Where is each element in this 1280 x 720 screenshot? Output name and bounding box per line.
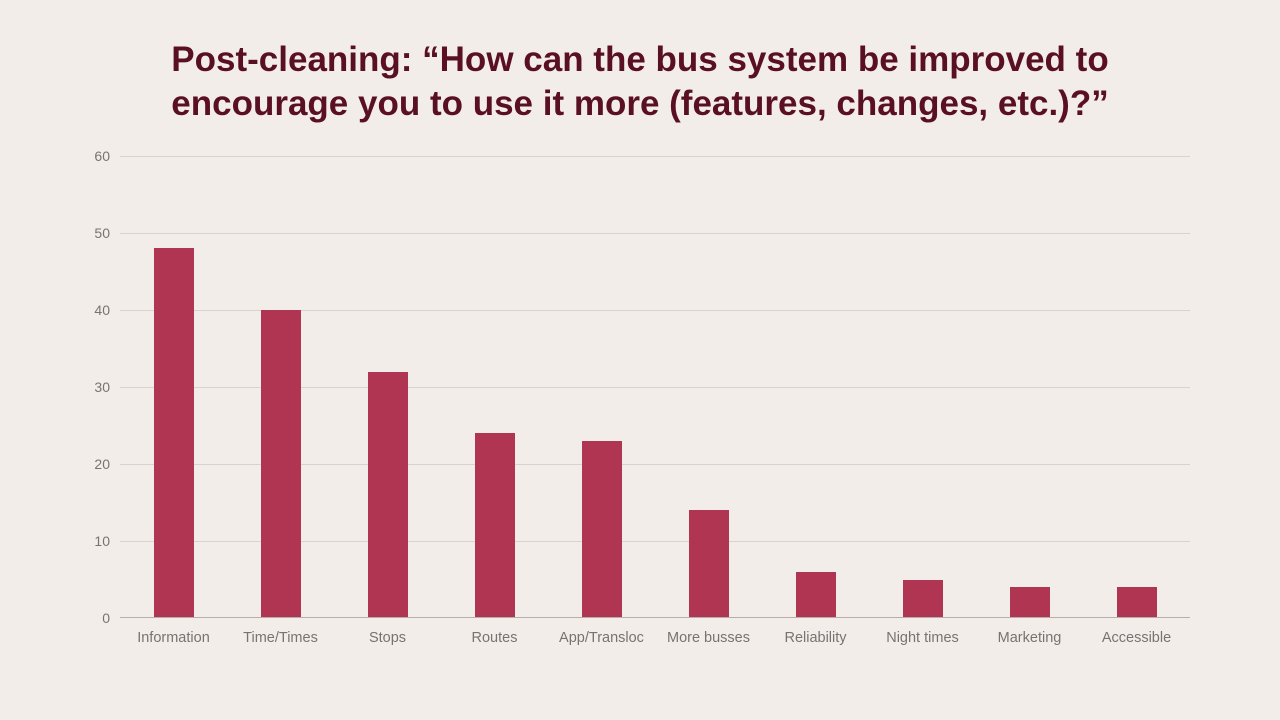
bar-slot [227, 156, 334, 618]
bar [154, 248, 194, 618]
bar-slot [548, 156, 655, 618]
chart-title: Post-cleaning: “How can the bus system b… [80, 38, 1200, 126]
y-tick-label: 60 [80, 148, 110, 164]
bar [1117, 587, 1157, 618]
bar [582, 441, 622, 618]
bar-slot [1083, 156, 1190, 618]
x-tick-label: Information [120, 622, 227, 668]
x-tick-label: Routes [441, 622, 548, 668]
bar-chart: 0 10 20 30 40 50 60 InformationTime/TimesStops… [80, 148, 1200, 668]
bars-container [120, 156, 1190, 618]
bar [903, 580, 943, 619]
x-tick-label: Accessible [1083, 622, 1190, 668]
bar-slot [120, 156, 227, 618]
bar-slot [334, 156, 441, 618]
bar-slot [441, 156, 548, 618]
y-tick-label: 10 [80, 533, 110, 549]
bar [796, 572, 836, 618]
bar [261, 310, 301, 618]
x-tick-label: Night times [869, 622, 976, 668]
bar [1010, 587, 1050, 618]
y-tick-label: 20 [80, 456, 110, 472]
y-tick-label: 40 [80, 302, 110, 318]
bar [475, 433, 515, 618]
x-tick-label: App/Transloc [548, 622, 655, 668]
y-tick-label: 30 [80, 379, 110, 395]
y-tick-label: 50 [80, 225, 110, 241]
bar-slot [976, 156, 1083, 618]
bar-slot [655, 156, 762, 618]
slide: Post-cleaning: “How can the bus system b… [0, 0, 1280, 720]
x-tick-label: Stops [334, 622, 441, 668]
bar-slot [869, 156, 976, 618]
x-tick-label: Time/Times [227, 622, 334, 668]
bar [689, 510, 729, 618]
bar [368, 372, 408, 618]
x-tick-label: More busses [655, 622, 762, 668]
x-tick-labels: InformationTime/TimesStopsRoutesApp/Tran… [120, 622, 1190, 668]
x-tick-label: Marketing [976, 622, 1083, 668]
y-tick-label: 0 [80, 610, 110, 626]
bar-slot [762, 156, 869, 618]
x-axis-line [120, 617, 1190, 618]
plot-area [120, 156, 1190, 618]
x-tick-label: Reliability [762, 622, 869, 668]
